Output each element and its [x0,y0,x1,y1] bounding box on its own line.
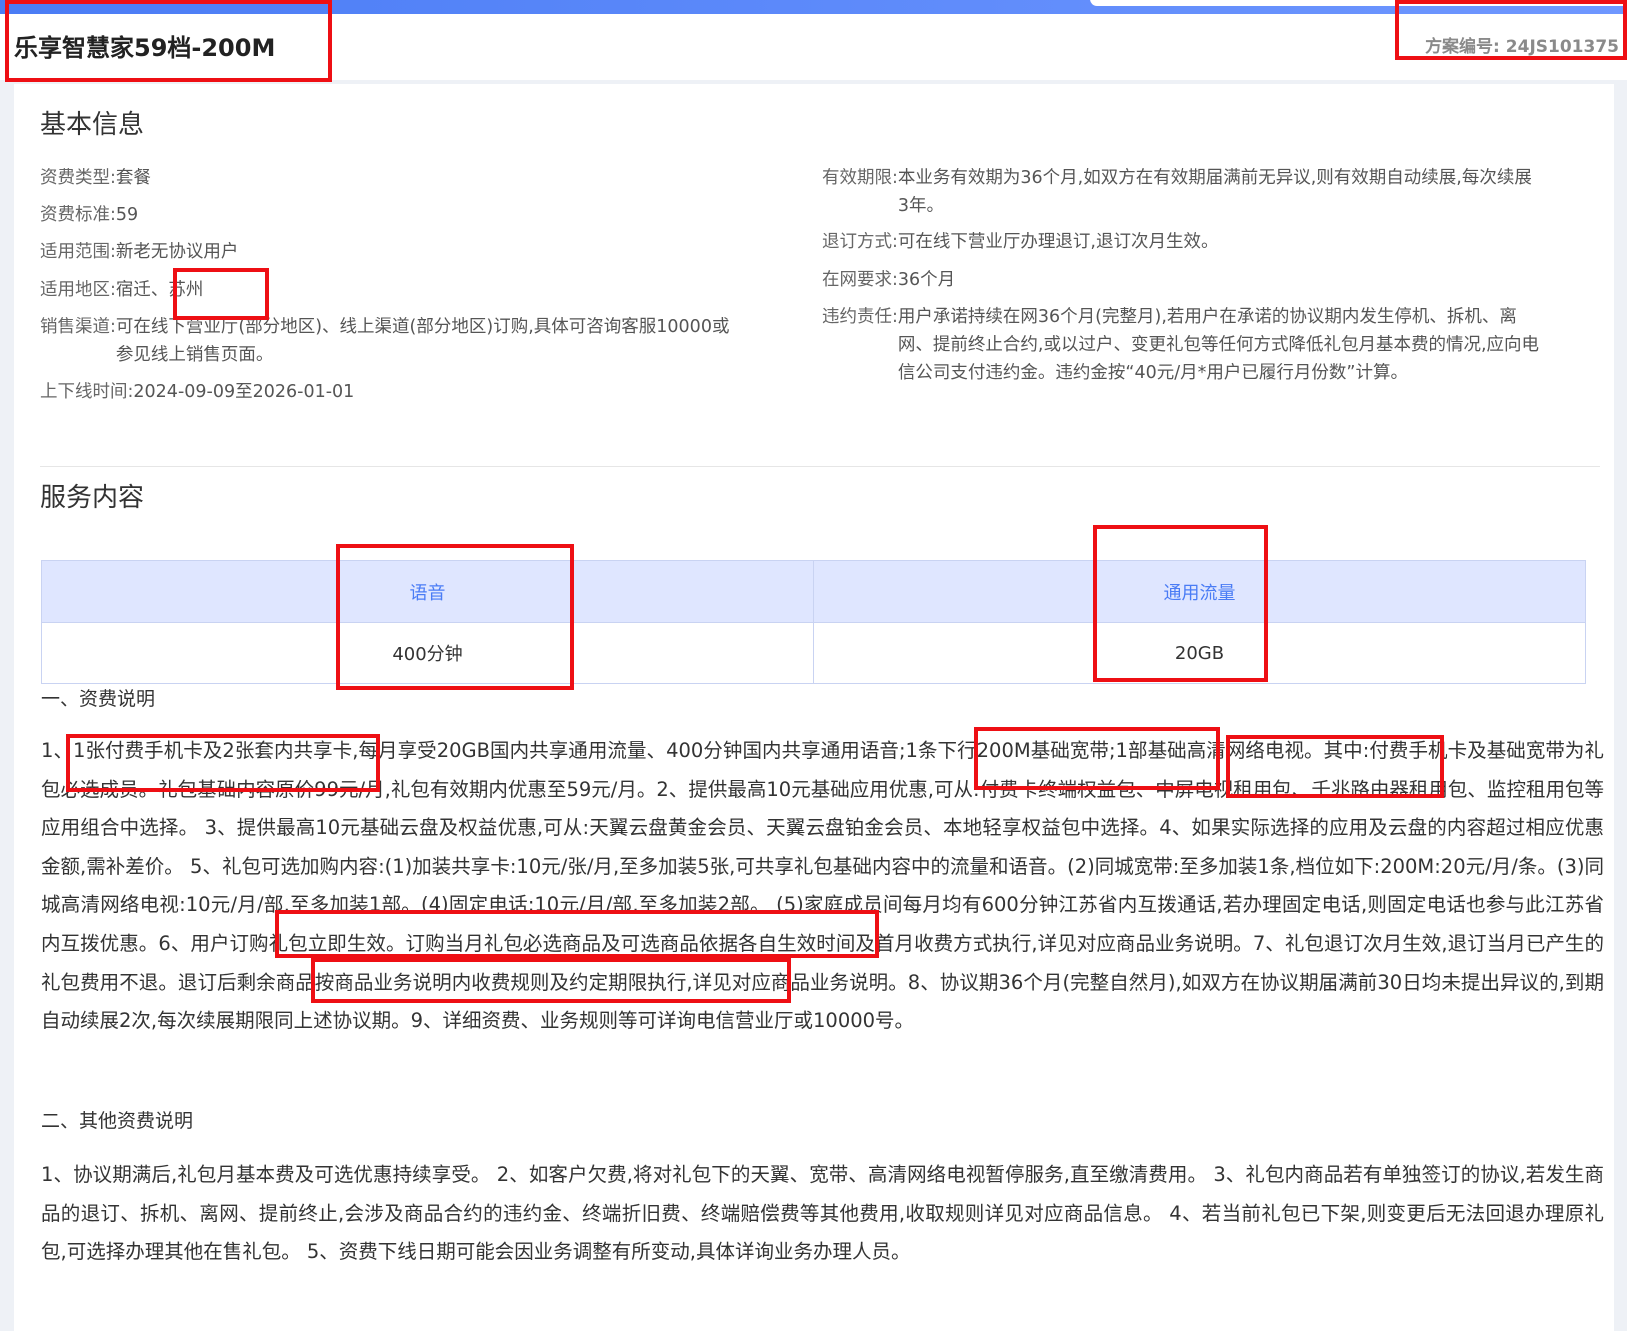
fee-type-row: 资费类型: 套餐 [40,164,740,192]
online-time-row: 上下线时间: 2024-09-09至2026-01-01 [40,378,740,406]
service-table-header-row: 语音 通用流量 [41,560,1586,623]
network-requirement-label: 在网要求: [822,270,898,290]
online-time-value: 2024-09-09至2026-01-01 [133,382,355,402]
channel-label: 销售渠道: [40,317,116,337]
service-title: 服务内容 [40,483,145,513]
liability-row: 违约责任: 用户承诺持续在网36个月(完整月),若用户在承诺的协议期内发生停机、… [822,303,1542,387]
plan-number-label: 方案编号: [1425,37,1500,57]
validity-label: 有效期限: [822,168,898,188]
unsubscribe-value: 可在线下营业厅办理退订,退订次月生效。 [897,232,1219,252]
section-divider [40,466,1600,467]
channel-row: 销售渠道: 可在线下营业厅(部分地区)、线上渠道(部分地区)订购,具体可咨询客服… [40,313,740,369]
region-value: 宿迁、苏州 [115,280,204,300]
validity-row: 有效期限: 本业务有效期为36个月,如双方在有效期届满前无异议,则有效期自动续展… [822,164,1542,220]
scope-value: 新老无协议用户 [115,242,239,262]
page-header: 乐享智慧家59档-200M 方案编号: 24JS101375 [0,14,1627,80]
basic-info-title: 基本信息 [40,110,145,140]
network-requirement-row: 在网要求: 36个月 [822,266,1542,294]
liability-label: 违约责任: [822,307,898,327]
detail-card: 基本信息 资费类型: 套餐 资费标准: 59 适用范围: 新老无协议用户 适用地… [14,84,1614,1331]
plan-number: 方案编号: 24JS101375 [1425,32,1619,57]
top-accent-bar [0,0,1627,14]
service-table: 语音 通用流量 400分钟 20GB [41,560,1586,684]
online-time-label: 上下线时间: [40,382,134,402]
scope-row: 适用范围: 新老无协议用户 [40,238,740,266]
service-header-data: 通用流量 [813,560,1586,623]
liability-value: 用户承诺持续在网36个月(完整月),若用户在承诺的协议期内发生停机、拆机、离网、… [897,307,1540,383]
fee-type-value: 套餐 [115,168,151,188]
fee-standard-value: 59 [115,205,139,225]
other-desc-text: 1、协议期满后,礼包月基本费及可选优惠持续享受。 2、如客户欠费,将对礼包下的天… [41,1163,1604,1264]
fee-desc-text: 1、1张付费手机卡及2张套内共享卡,每月享受20GB国内共享通用流量、400分钟… [41,739,1604,1033]
scope-label: 适用范围: [40,242,116,262]
region-label: 适用地区: [40,280,116,300]
network-requirement-value: 36个月 [897,270,956,290]
unsubscribe-row: 退订方式: 可在线下营业厅办理退订,退订次月生效。 [822,228,1542,256]
service-value-data: 20GB [813,622,1586,684]
validity-value: 本业务有效期为36个月,如双方在有效期届满前无异议,则有效期自动续展,每次续展3… [897,168,1532,216]
plan-number-value: 24JS101375 [1505,37,1619,57]
fee-desc-title: 一、资费说明 [41,688,156,710]
service-table-row: 400分钟 20GB [41,622,1586,684]
region-row: 适用地区: 宿迁、苏州 [40,276,740,304]
fee-standard-row: 资费标准: 59 [40,201,740,229]
other-desc-title: 二、其他资费说明 [41,1110,194,1132]
unsubscribe-label: 退订方式: [822,232,898,252]
fee-type-label: 资费类型: [40,168,116,188]
fee-standard-label: 资费标准: [40,205,116,225]
page-title: 乐享智慧家59档-200M [14,34,276,62]
service-header-voice: 语音 [41,560,814,623]
top-search-pill [1090,0,1627,6]
service-value-voice: 400分钟 [41,622,814,684]
channel-value: 可在线下营业厅(部分地区)、线上渠道(部分地区)订购,具体可咨询客服10000或… [115,317,730,365]
